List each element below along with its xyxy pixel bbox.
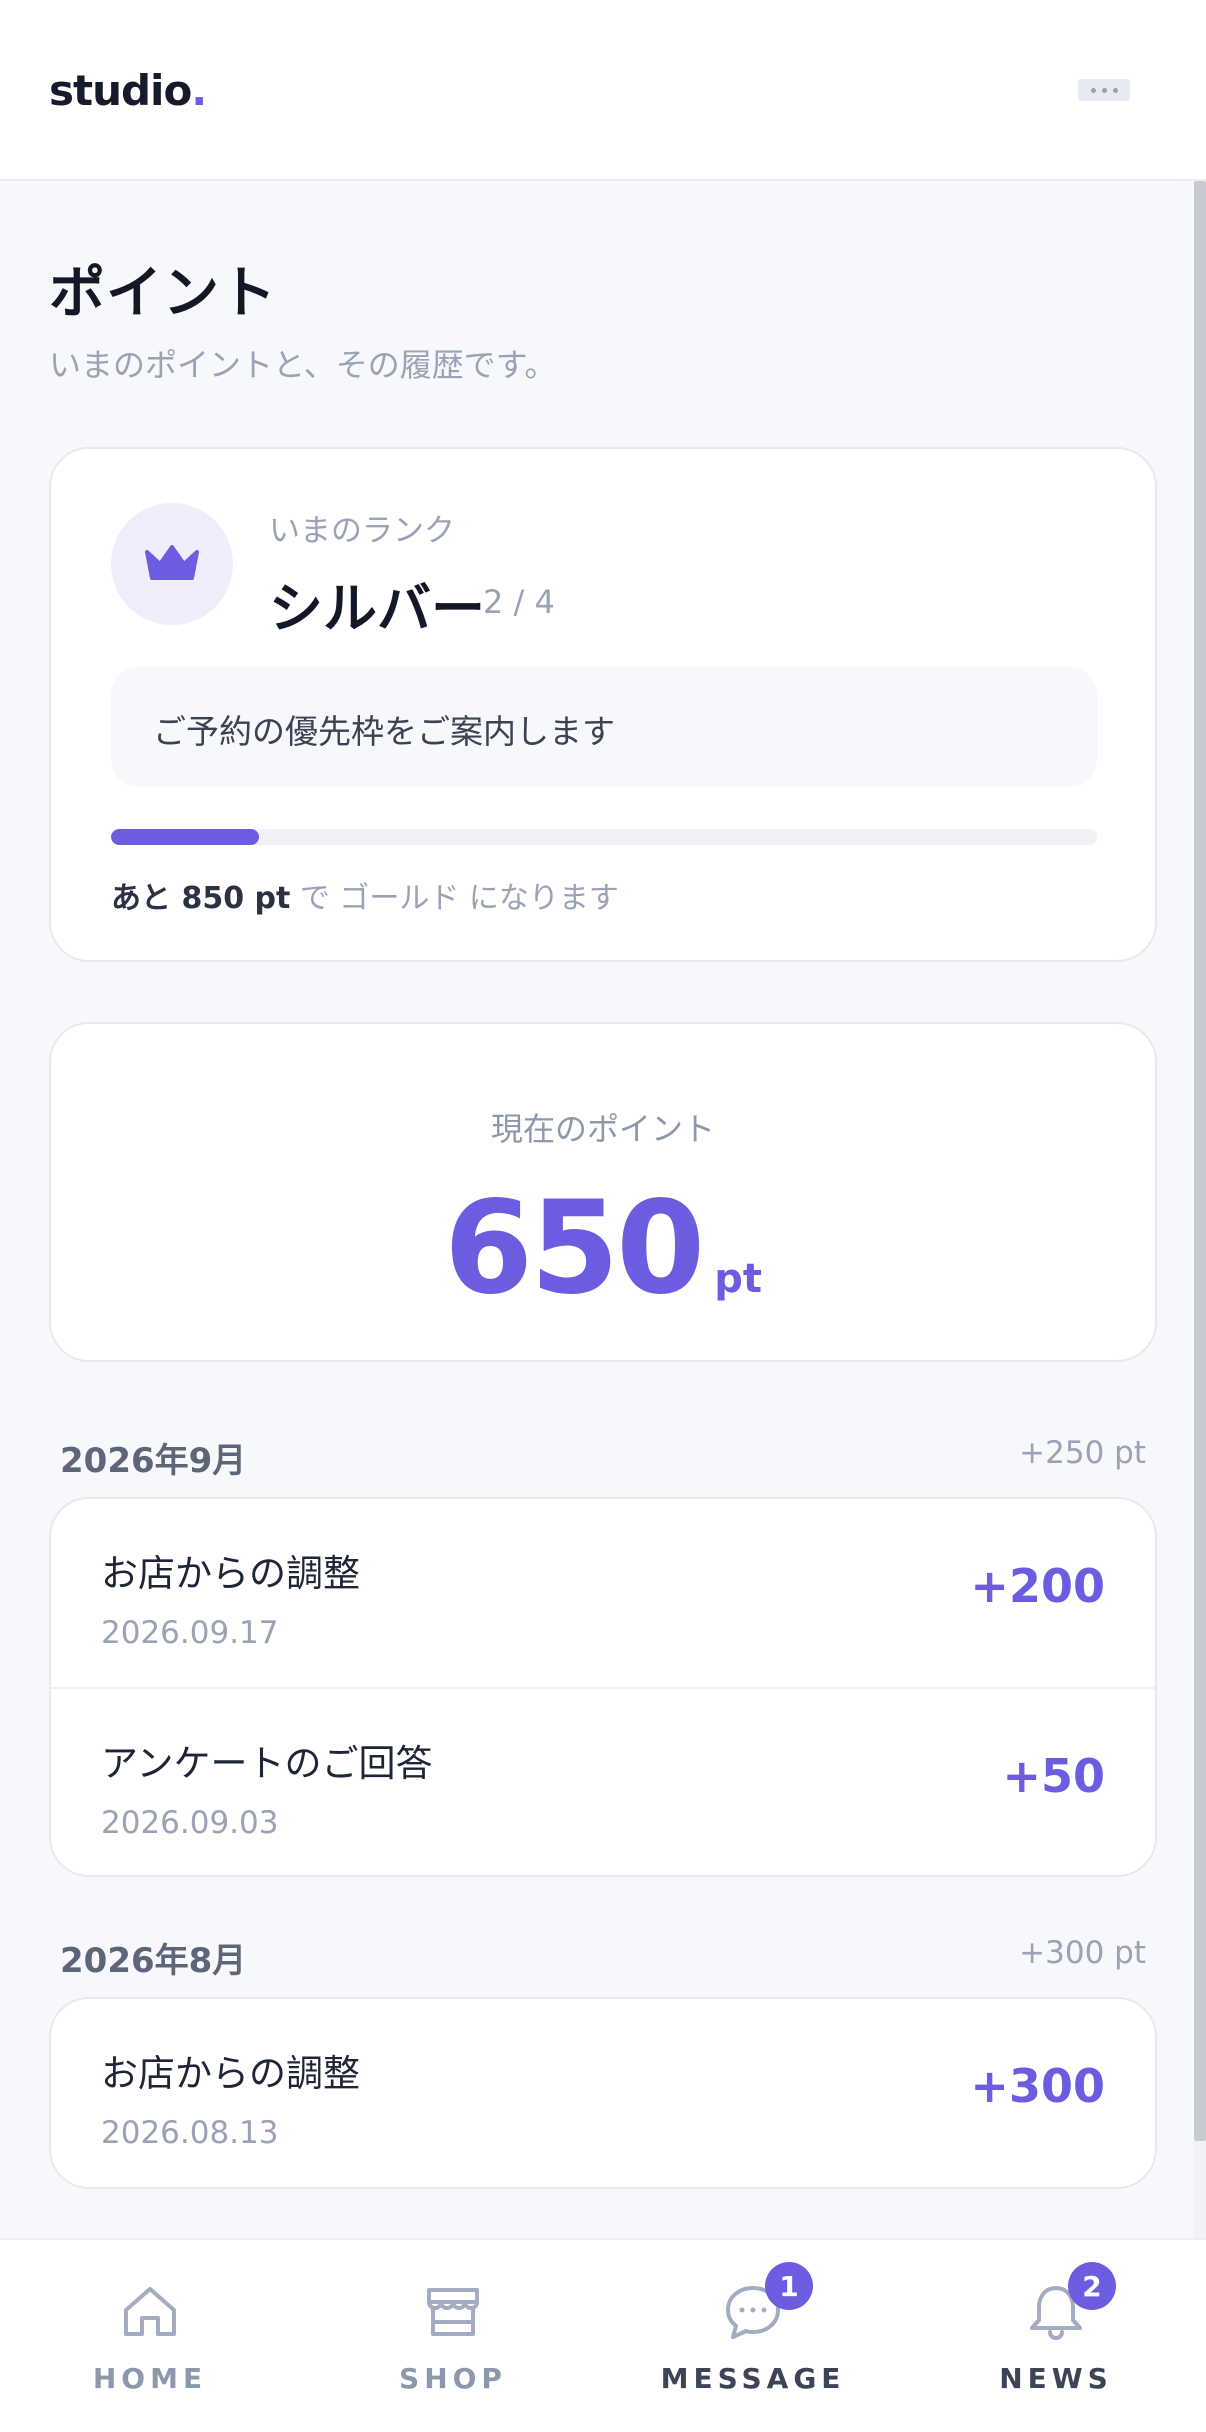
page-subtitle: いまのポイントと、その履歴です。 (49, 346, 557, 384)
rank-progress-note: あと 850 pt で ゴールド になります (111, 873, 619, 917)
home-icon (124, 2287, 176, 2336)
history-list: お店からの調整 2026.08.13 +300 (49, 1997, 1157, 2189)
nav-message[interactable]: 1 MESSAGE (603, 2240, 903, 2432)
nav-news[interactable]: 2 NEWS (906, 2240, 1206, 2432)
history-title: お店からの調整 (101, 1552, 360, 1595)
rank-benefit: ご予約の優先枠をご案内します (111, 667, 1097, 787)
month-total: +250 pt (1019, 1435, 1146, 1471)
current-points-card: 現在のポイント 650 pt (49, 1022, 1157, 1362)
nav-label: MESSAGE (660, 2362, 846, 2395)
history-date: 2026.09.03 (101, 1805, 279, 1841)
page-title: ポイント (49, 261, 277, 326)
current-points-value: 650 (444, 1174, 705, 1323)
rank-step: 2 / 4 (483, 583, 555, 621)
shop-icon (427, 2288, 479, 2336)
history-title: アンケートのご回答 (101, 1742, 433, 1785)
history-row[interactable]: お店からの調整 2026.08.13 +300 (51, 1999, 1155, 2187)
rank-progress-fill (111, 829, 259, 845)
logo-dot: . (191, 66, 207, 115)
rank-benefit-text: ご予約の優先枠をご案内します (153, 712, 615, 751)
crown-icon (145, 545, 199, 580)
logo-text: studio (49, 66, 192, 115)
current-points-label: 現在のポイント (490, 1110, 715, 1148)
points-remaining: あと 850 pt (111, 881, 291, 916)
month-heading: 2026年9月 (60, 1441, 247, 1481)
more-horizontal-icon (1090, 87, 1096, 93)
nav-label: SHOP (399, 2362, 507, 2395)
rank-card: いまのランク シルバー 2 / 4 ご予約の優先枠をご案内します あと 850 … (49, 447, 1157, 962)
rank-label: いまのランク (269, 513, 455, 549)
history-date: 2026.08.13 (101, 2115, 279, 2151)
rank-progress-bar (111, 829, 1097, 845)
month-total: +300 pt (1019, 1935, 1146, 1971)
more-menu-button[interactable] (1078, 79, 1130, 101)
history-row[interactable]: お店からの調整 2026.09.17 +200 (51, 1499, 1155, 1687)
next-rank-note: で ゴールド になります (290, 881, 619, 916)
current-points-display: 650 pt (51, 1174, 1155, 1323)
app-root: studio. ポイント いまのポイントと、その履歴です。 いまのランク シルバ… (0, 0, 1206, 2432)
current-points-unit: pt (714, 1256, 762, 1302)
app-logo[interactable]: studio. (49, 66, 207, 115)
bottom-nav: HOME SHOP 1 MESSAGE 2 NEWS (0, 2238, 1206, 2432)
scrollbar-thumb[interactable] (1194, 181, 1206, 2141)
more-dot (1101, 87, 1107, 93)
history-amount: +200 (970, 1559, 1105, 1613)
history-date: 2026.09.17 (101, 1615, 279, 1651)
app-header: studio. (0, 0, 1206, 181)
history-list: お店からの調整 2026.09.17 +200 アンケートのご回答 2026.0… (49, 1497, 1157, 1877)
nav-label: NEWS (999, 2362, 1113, 2395)
nav-shop[interactable]: SHOP (303, 2240, 603, 2432)
more-dot (1112, 87, 1118, 93)
message-badge: 1 (765, 2262, 813, 2310)
news-badge: 2 (1068, 2262, 1116, 2310)
nav-label: HOME (92, 2362, 208, 2395)
rank-name: シルバー (269, 577, 485, 640)
month-heading: 2026年8月 (60, 1941, 247, 1981)
nav-home[interactable]: HOME (0, 2240, 300, 2432)
history-title: お店からの調整 (101, 2052, 360, 2095)
rank-badge (111, 503, 233, 625)
history-amount: +300 (970, 2059, 1105, 2113)
history-row[interactable]: アンケートのご回答 2026.09.03 +50 (51, 1687, 1155, 1875)
history-amount: +50 (1002, 1749, 1105, 1803)
